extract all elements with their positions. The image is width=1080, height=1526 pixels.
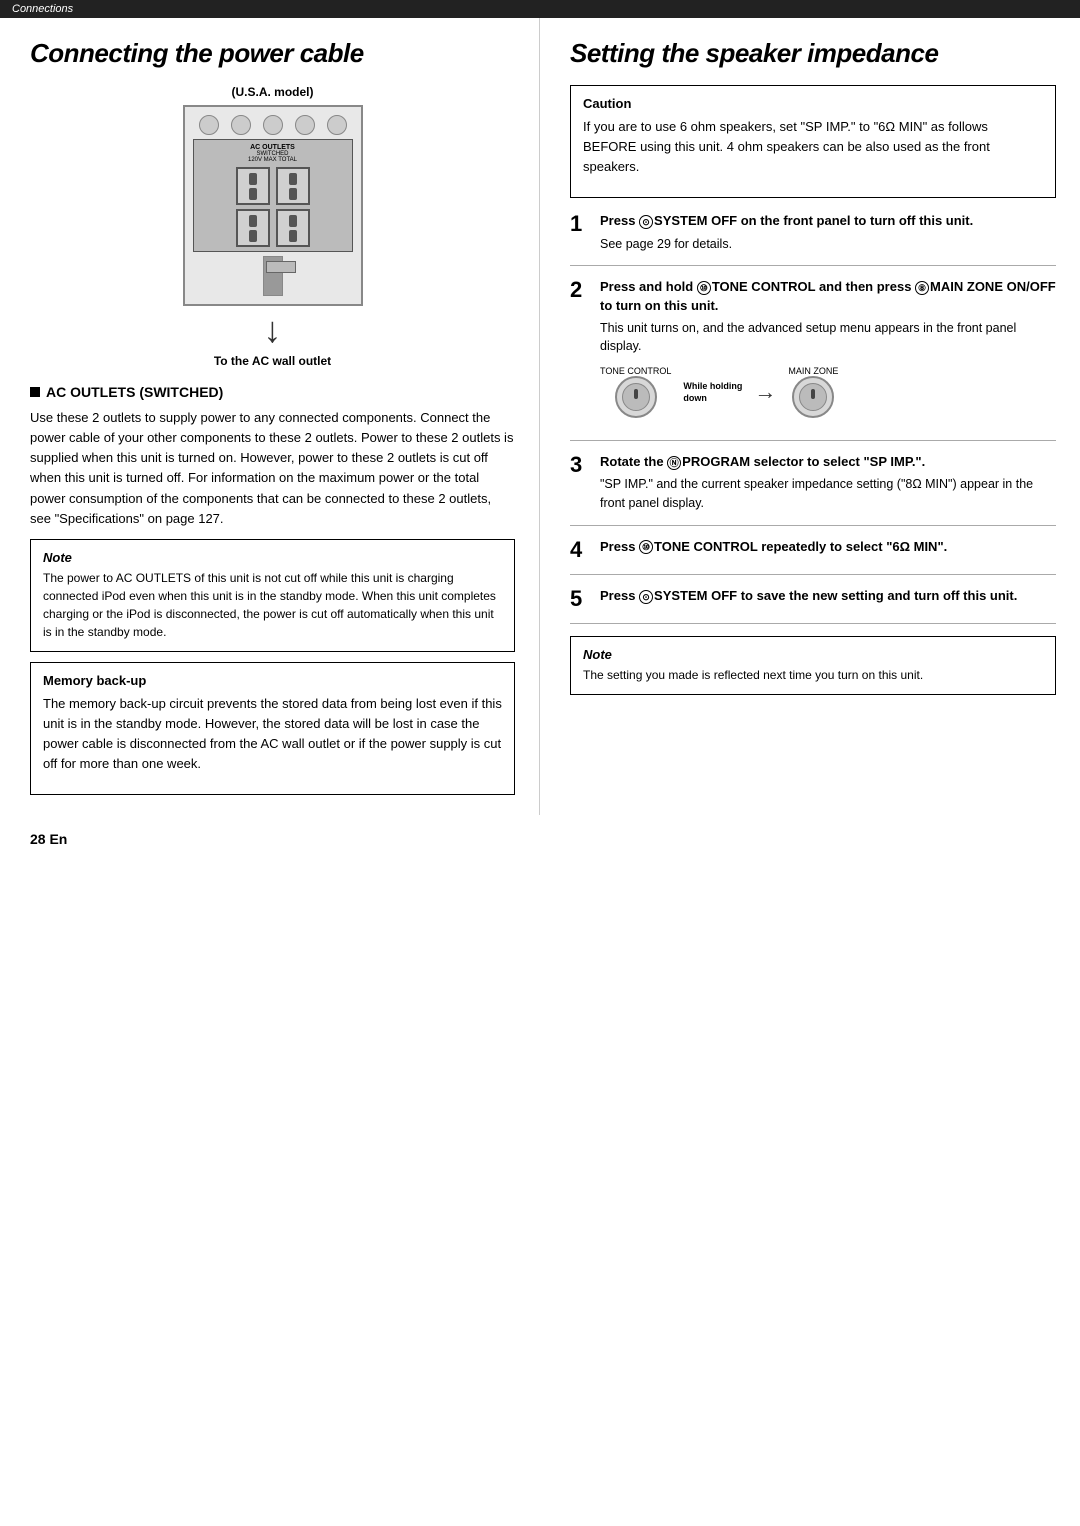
memory-backup-text: The memory back-up circuit prevents the … <box>43 694 502 775</box>
outlet-3 <box>236 209 270 247</box>
diagram-label-ac: To the AC wall outlet <box>30 354 515 368</box>
breadcrumb: Connections <box>0 0 1080 18</box>
step-1-number: 1 <box>570 212 590 253</box>
tone-control-label: TONE CONTROL <box>600 366 671 376</box>
breadcrumb-text: Connections <box>12 3 73 15</box>
step-4-number: 4 <box>570 538 590 562</box>
note-title: Note <box>43 550 502 565</box>
step-5-number: 5 <box>570 587 590 611</box>
bullet-square-icon <box>30 387 40 397</box>
step-4-heading: Press ⑩TONE CONTROL repeatedly to select… <box>600 538 1056 556</box>
tone-control-knob <box>615 376 657 418</box>
ac-outlets-header: AC OUTLETS (SWITCHED) <box>30 384 515 400</box>
diagram-label-usa: (U.S.A. model) <box>30 85 515 99</box>
step-2-content: Press and hold ⑩TONE CONTROL and then pr… <box>600 278 1056 428</box>
step-1-body: See page 29 for details. <box>600 235 1056 254</box>
step-3-heading: Rotate the ⓃPROGRAM selector to select "… <box>600 453 1056 471</box>
main-zone-knob <box>792 376 834 418</box>
left-column: Connecting the power cable (U.S.A. model… <box>0 18 540 815</box>
outlet-2 <box>276 167 310 205</box>
page-number: 28 En <box>30 831 67 847</box>
step-3-content: Rotate the ⓃPROGRAM selector to select "… <box>600 453 1056 513</box>
outlet-1 <box>236 167 270 205</box>
step-5-content: Press ⊙SYSTEM OFF to save the new settin… <box>600 587 1056 611</box>
step-2-diagram: TONE CONTROL While holding down → <box>600 366 1056 418</box>
step-5: 5 Press ⊙SYSTEM OFF to save the new sett… <box>570 587 1056 624</box>
step-2-heading: Press and hold ⑩TONE CONTROL and then pr… <box>600 278 1056 314</box>
caution-title: Caution <box>583 96 1043 111</box>
step-1-heading: Press ⊙SYSTEM OFF on the front panel to … <box>600 212 1056 230</box>
tone-control-icon-step2: ⑩ <box>697 281 711 295</box>
power-cable-diagram: (U.S.A. model) AC OUTLETS SWITCHED 120V … <box>30 85 515 368</box>
note-text-2: The setting you made is reflected next t… <box>583 666 1043 684</box>
arrow-down-icon: ↓ <box>30 312 515 348</box>
system-off-icon-step5: ⊙ <box>639 590 653 604</box>
caution-box: Caution If you are to use 6 ohm speakers… <box>570 85 1056 198</box>
step-3: 3 Rotate the ⓃPROGRAM selector to select… <box>570 453 1056 526</box>
program-icon: Ⓝ <box>667 456 681 470</box>
right-column: Setting the speaker impedance Caution If… <box>540 18 1080 815</box>
memory-backup-box: Memory back-up The memory back-up circui… <box>30 662 515 796</box>
memory-backup-title: Memory back-up <box>43 673 502 688</box>
note-text: The power to AC OUTLETS of this unit is … <box>43 569 502 641</box>
ac-panel-illustration: AC OUTLETS SWITCHED 120V MAX TOTAL <box>183 105 363 306</box>
ac-outlets-title: AC OUTLETS (SWITCHED) <box>46 384 223 400</box>
caution-text: If you are to use 6 ohm speakers, set "S… <box>583 117 1043 177</box>
step-4-content: Press ⑩TONE CONTROL repeatedly to select… <box>600 538 1056 562</box>
tone-control-icon-step4: ⑩ <box>639 540 653 554</box>
step-1: 1 Press ⊙SYSTEM OFF on the front panel t… <box>570 212 1056 266</box>
left-section-title: Connecting the power cable <box>30 38 515 69</box>
system-off-icon: ⊙ <box>639 215 653 229</box>
note-box: Note The power to AC OUTLETS of this uni… <box>30 539 515 652</box>
note-title-2: Note <box>583 647 1043 662</box>
outlet-4 <box>276 209 310 247</box>
main-zone-label: MAIN ZONE <box>788 366 838 376</box>
tone-control-group: TONE CONTROL <box>600 366 671 418</box>
note-box-2: Note The setting you made is reflected n… <box>570 636 1056 695</box>
ac-outlets-body: Use these 2 outlets to supply power to a… <box>30 408 515 529</box>
step-3-number: 3 <box>570 453 590 513</box>
step-3-body: "SP IMP." and the current speaker impeda… <box>600 475 1056 513</box>
while-holding-section: While holding down <box>683 381 742 403</box>
step-2-number: 2 <box>570 278 590 428</box>
page-footer: 28 En <box>0 815 1080 863</box>
step-2-body: This unit turns on, and the advanced set… <box>600 319 1056 357</box>
main-zone-group: MAIN ZONE <box>788 366 838 418</box>
step-5-heading: Press ⊙SYSTEM OFF to save the new settin… <box>600 587 1056 605</box>
main-zone-icon-step2: ⑧ <box>915 281 929 295</box>
step-2-arrow-icon: → <box>754 379 776 405</box>
step-4: 4 Press ⑩TONE CONTROL repeatedly to sele… <box>570 538 1056 575</box>
step-2: 2 Press and hold ⑩TONE CONTROL and then … <box>570 278 1056 441</box>
steps-container: 1 Press ⊙SYSTEM OFF on the front panel t… <box>570 212 1056 624</box>
step-1-content: Press ⊙SYSTEM OFF on the front panel to … <box>600 212 1056 253</box>
down-label: down <box>683 393 707 403</box>
right-section-title: Setting the speaker impedance <box>570 38 1056 69</box>
while-holding-label: While holding <box>683 381 742 391</box>
